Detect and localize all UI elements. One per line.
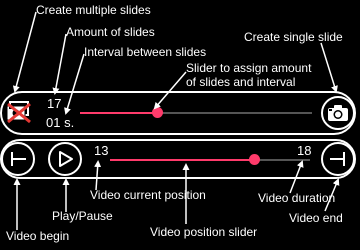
slide-interval-value: 01 s.	[46, 115, 75, 130]
callout-slider-assign-1: Slider to assign amount	[186, 61, 312, 75]
callout-play-pause: Play/Pause	[52, 209, 113, 223]
callout-video-current: Video current position	[90, 188, 206, 202]
callout-create-single: Create single slide	[244, 30, 343, 44]
callout-video-duration: Video duration	[258, 191, 336, 205]
arrow-create-single	[320, 42, 338, 93]
video-slider-fill	[110, 159, 254, 161]
arrow-create-multiple	[12, 11, 37, 93]
video-position-slider[interactable]	[110, 153, 310, 167]
callout-video-slider: Video position slider	[150, 225, 258, 239]
video-current-value: 13	[94, 143, 109, 158]
video-slider-thumb[interactable]	[249, 154, 260, 165]
create-multiple-slides-button[interactable]	[4, 97, 34, 127]
skip-end-icon	[328, 149, 348, 169]
video-duration-value: 18	[297, 143, 312, 158]
arrow-amount	[52, 33, 67, 95]
skip-begin-icon	[8, 149, 28, 169]
play-icon	[56, 150, 74, 168]
callout-create-multiple: Create multiple slides	[36, 3, 151, 17]
slides-slider-fill	[80, 112, 157, 114]
camera-icon	[327, 104, 349, 122]
create-single-slide-button[interactable]	[321, 96, 355, 130]
video-end-button[interactable]	[321, 142, 355, 176]
multi-photo-icon	[4, 97, 34, 127]
callout-video-end: Video end	[289, 211, 343, 225]
play-pause-button[interactable]	[48, 142, 82, 176]
slide-amount-value: 17	[47, 96, 62, 111]
slides-slider-thumb[interactable]	[152, 107, 163, 118]
video-begin-button[interactable]	[1, 142, 35, 176]
callout-slider-assign-2: of slides and interval	[186, 75, 296, 89]
slides-slider[interactable]	[80, 106, 312, 120]
callout-video-begin: Video begin	[6, 229, 70, 243]
callout-interval: Interval between slides	[84, 45, 207, 59]
callout-amount: Amount of slides	[66, 25, 155, 39]
